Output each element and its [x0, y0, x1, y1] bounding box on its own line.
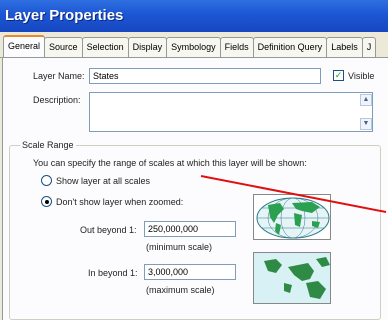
- annotation-arrow: [200, 175, 387, 213]
